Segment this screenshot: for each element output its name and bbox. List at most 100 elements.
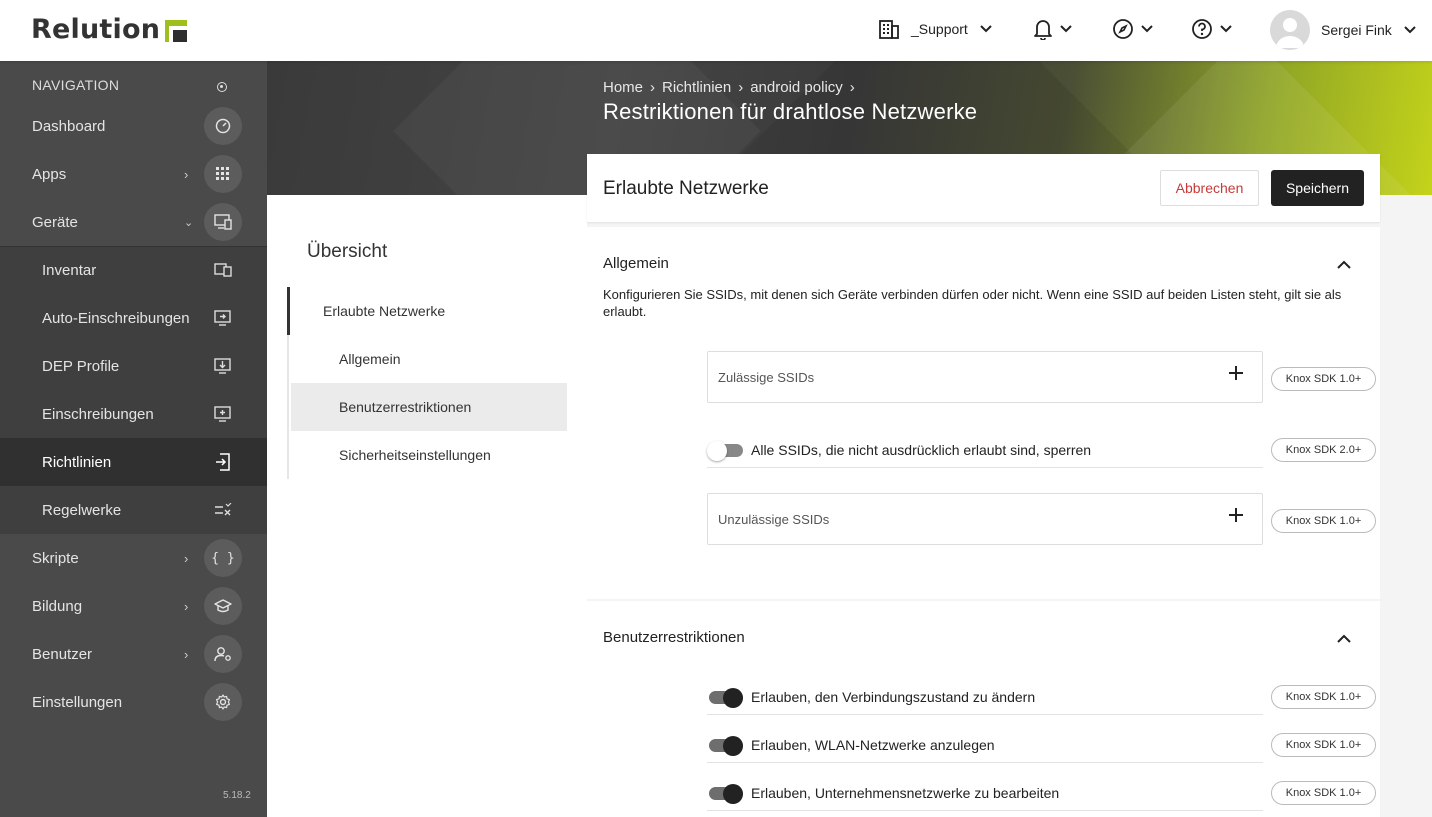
add-icon[interactable] [1228,365,1244,381]
overview-item-benutzerrestriktionen[interactable]: Benutzerrestriktionen [291,383,567,431]
relution-logo[interactable]: Relution [31,14,188,45]
sidebar-item-inventar[interactable]: Inventar [0,246,267,294]
section-title: Benutzerrestriktionen [603,629,745,646]
gear-icon [204,683,242,721]
cancel-button[interactable]: Abbrechen [1160,170,1259,206]
help-icon [1192,19,1212,39]
building-icon [879,20,899,39]
logo-text: Relution [31,14,161,45]
compass-menu[interactable] [1112,18,1153,40]
overview-panel: Übersicht Erlaubte Netzwerke Allgemein B… [267,195,587,817]
toggle-label: Erlauben, den Verbindungszustand zu ände… [751,689,1036,705]
card-title: Erlaubte Netzwerke [603,178,769,199]
chevron-down-icon [1060,25,1072,33]
breadcrumb-policy[interactable]: android policy [750,79,843,96]
compass-icon [1113,19,1133,39]
chevron-right-icon: › [184,646,189,662]
toggle-label: Alle SSIDs, die nicht ausdrücklich erlau… [751,442,1092,458]
sidebar-item-bildung[interactable]: Bildung › [0,582,267,630]
overview-item-erlaubte-netzwerke[interactable]: Erlaubte Netzwerke [323,287,445,335]
chevron-right-icon: › [738,79,744,96]
sidebar-item-dep-profile[interactable]: DEP Profile [0,342,267,390]
sidebar-item-geraete[interactable]: Geräte ⌄ [0,198,267,246]
sidebar-item-dashboard[interactable]: Dashboard [0,102,267,150]
sidebar-item-label: Auto-Einschreibungen [42,309,190,327]
sidebar-item-apps[interactable]: Apps › [0,150,267,198]
sidebar-item-einschreibungen[interactable]: Einschreibungen [0,390,267,438]
bell-icon [1034,20,1052,40]
allowed-ssids-placeholder: Zulässige SSIDs [718,370,815,385]
notifications-menu[interactable] [1033,18,1072,40]
sdk-badge: Knox SDK 1.0+ [1271,685,1376,709]
inventory-icon [204,251,242,289]
org-switcher[interactable]: _Support [878,18,992,40]
add-icon[interactable] [1228,507,1244,523]
braces-icon: { } [204,539,242,577]
grid-icon [204,155,242,193]
allow-edit-enterprise-networks-row: Erlauben, Unternehmensnetzwerke zu bearb… [707,775,1263,811]
user-settings-icon [204,635,242,673]
sidebar-item-label: Einschreibungen [42,405,154,423]
sidebar-item-label: Skripte [32,549,79,567]
chevron-down-icon [1141,25,1153,33]
sdk-badge: Knox SDK 1.0+ [1271,509,1376,533]
blocked-ssids-placeholder: Unzulässige SSIDs [718,512,830,527]
auto-enroll-icon [204,299,242,337]
allow-edit-enterprise-networks-toggle[interactable] [707,784,743,804]
allow-create-wlan-toggle[interactable] [707,736,743,756]
section-title: Allgemein [603,255,669,272]
sdk-badge: Knox SDK 1.0+ [1271,781,1376,805]
chevron-up-icon[interactable] [1337,260,1351,269]
chevron-right-icon: › [184,598,189,614]
sidebar-item-label: Dashboard [32,117,106,135]
sidebar-item-auto-einschreibungen[interactable]: Auto-Einschreibungen [0,294,267,342]
section-description: Konfigurieren Sie SSIDs, mit denen sich … [603,287,1342,319]
sdk-badge: Knox SDK 1.0+ [1271,367,1376,391]
sidebar-item-label: Geräte [32,213,78,231]
sidebar-item-einstellungen[interactable]: Einstellungen [0,678,267,726]
sidebar-item-skripte[interactable]: Skripte › { } [0,534,267,582]
rules-icon [204,491,242,529]
pin-sidebar-icon[interactable] [217,82,227,92]
allow-connection-state-toggle[interactable] [707,688,743,708]
sidebar-item-label: Apps [32,165,67,183]
save-button[interactable]: Speichern [1271,170,1364,206]
sidebar-item-label: DEP Profile [42,357,120,375]
gauge-icon [204,107,242,145]
toggle-label: Erlauben, Unternehmensnetzwerke zu bearb… [751,785,1060,801]
breadcrumb: Home › Richtlinien › android policy › [603,79,856,96]
sdk-badge: Knox SDK 1.0+ [1271,733,1376,757]
sidebar-item-label: Richtlinien [42,453,112,471]
overview-item-allgemein[interactable]: Allgemein [339,335,400,383]
nav-heading: NAVIGATION [32,77,120,93]
enrollment-icon [204,395,242,433]
sidebar: NAVIGATION Dashboard Apps › Geräte ⌄ Inv… [0,61,267,817]
org-label: _Support [911,21,968,37]
block-unlisted-ssids-toggle[interactable] [707,441,743,461]
sidebar-item-label: Regelwerke [42,501,122,519]
dep-profile-icon [204,347,242,385]
help-menu[interactable] [1191,18,1232,40]
sidebar-item-label: Bildung [32,597,83,615]
breadcrumb-richtlinien[interactable]: Richtlinien [662,79,731,96]
chevron-up-icon[interactable] [1337,634,1351,643]
user-menu[interactable]: Sergei Fink [1270,10,1416,50]
sidebar-item-regelwerke[interactable]: Regelwerke [0,486,267,534]
breadcrumb-home[interactable]: Home [603,79,643,96]
section-allgemein: Allgemein Konfigurieren Sie SSIDs, mit d… [587,227,1380,599]
toggle-label: Erlauben, WLAN-Netzwerke anzulegen [751,737,995,753]
overview-item-sicherheitseinstellungen[interactable]: Sicherheitseinstellungen [339,431,491,479]
blocked-ssids-field[interactable]: Unzulässige SSIDs [707,493,1263,545]
chevron-down-icon [1404,26,1416,34]
allow-connection-state-row: Erlauben, den Verbindungszustand zu ände… [707,679,1263,715]
chevron-down-icon [1220,25,1232,33]
chevron-right-icon: › [184,550,189,566]
policy-icon [204,443,242,481]
overview-title: Übersicht [307,241,388,262]
sidebar-item-label: Einstellungen [32,693,123,711]
chevron-down-icon [980,25,992,33]
sidebar-item-richtlinien[interactable]: Richtlinien [0,438,267,486]
allowed-ssids-field[interactable]: Zulässige SSIDs [707,351,1263,403]
sidebar-item-benutzer[interactable]: Benutzer › [0,630,267,678]
block-unlisted-ssids-row: Alle SSIDs, die nicht ausdrücklich erlau… [707,432,1263,468]
